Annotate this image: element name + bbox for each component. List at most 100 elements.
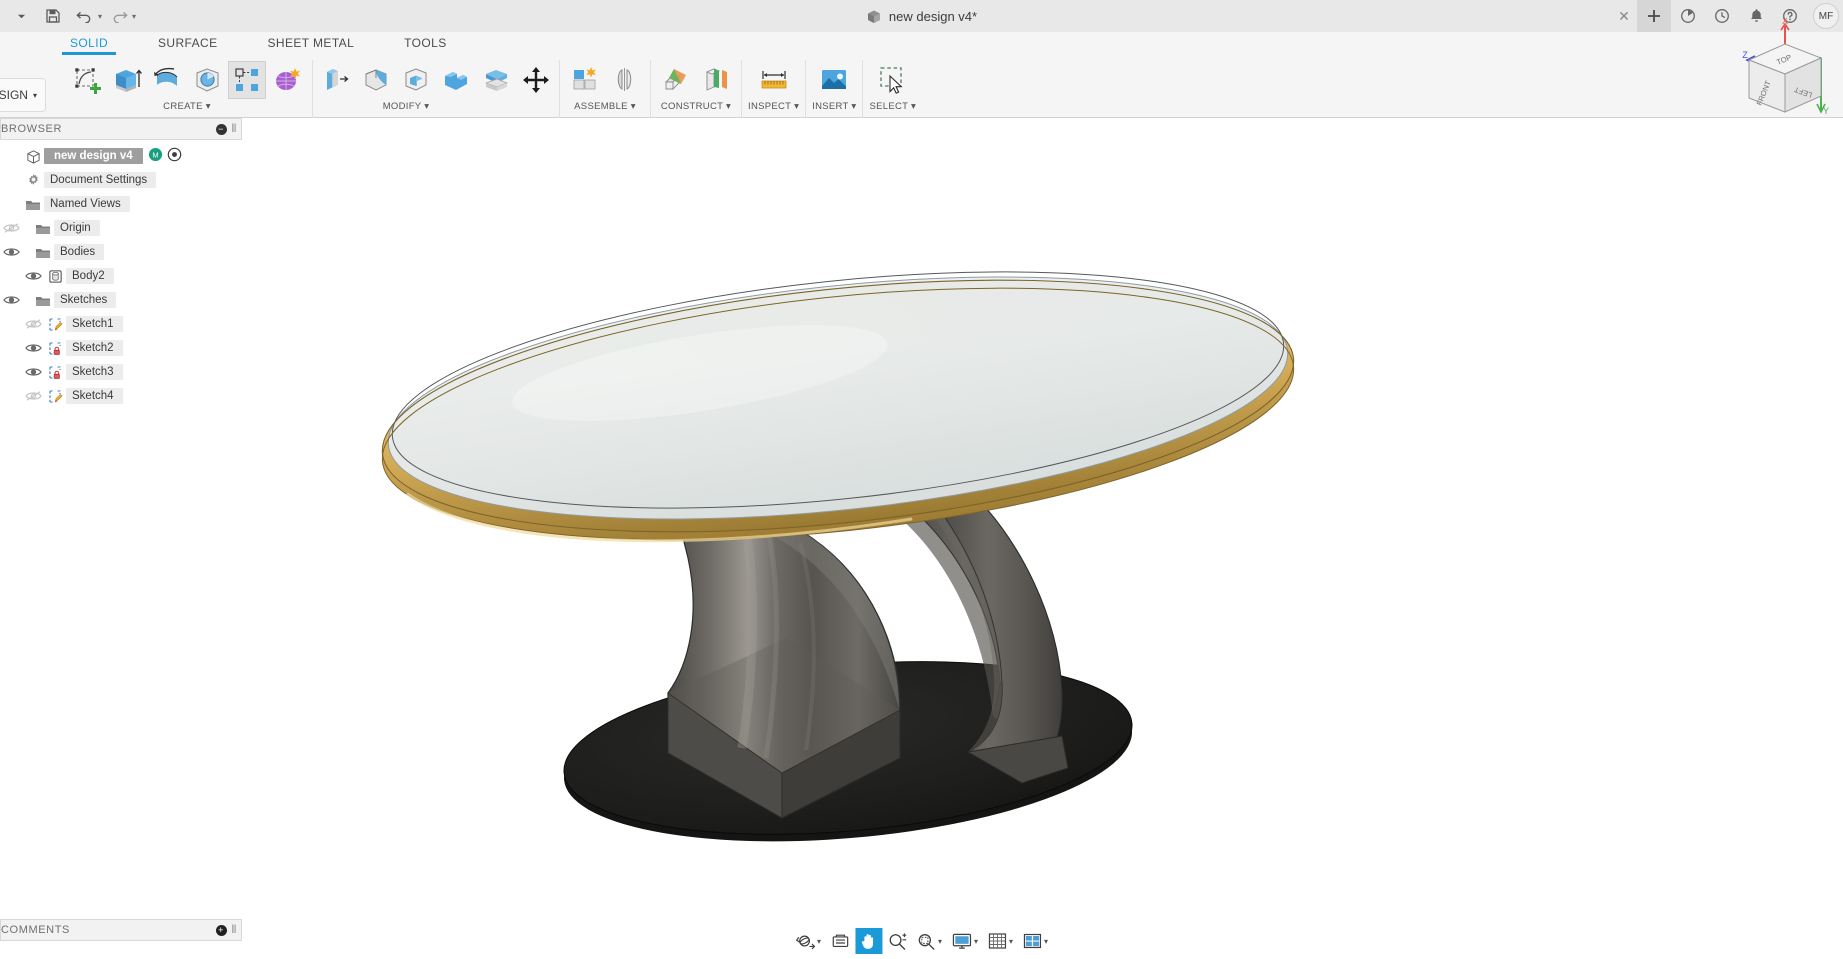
target-dot-badge[interactable] — [167, 147, 182, 165]
tree-label-named-views: Named Views — [44, 196, 130, 212]
chevron-down-icon[interactable]: ▾ — [817, 937, 821, 946]
tab-solid[interactable]: SOLID — [62, 32, 116, 52]
tab-close-icon[interactable]: ✕ — [1611, 0, 1637, 32]
chevron-down-icon[interactable]: ▾ — [938, 937, 942, 946]
tree-item-named-views[interactable]: Named Views — [0, 192, 242, 216]
eye-hidden-icon[interactable] — [0, 222, 22, 234]
navigation-bar: ▾ ▾ — [791, 927, 1052, 955]
tree-item-document-settings[interactable]: Document Settings — [0, 168, 242, 192]
sweep-icon[interactable] — [188, 61, 226, 99]
insert-canvas-image-icon[interactable] — [815, 61, 853, 99]
panel-label-inspect[interactable]: INSPECT ▾ — [748, 101, 799, 112]
app-menu-caret-icon[interactable] — [6, 2, 36, 30]
panel-label-assemble[interactable]: ASSEMBLE ▾ — [574, 101, 636, 112]
tree-item-bodies[interactable]: Bodies — [0, 240, 242, 264]
measure-icon[interactable] — [755, 61, 793, 99]
zoom-window-icon[interactable]: ▾ — [912, 928, 946, 954]
zoom-icon[interactable] — [883, 928, 911, 954]
tree-item-sketches[interactable]: Sketches — [0, 288, 242, 312]
window-selection-icon[interactable] — [874, 61, 912, 99]
eye-visible-icon[interactable] — [22, 366, 44, 378]
panel-insert: INSERT ▾ — [806, 60, 863, 118]
view-cube[interactable]: X Y Z TOP FRONT LEFT — [1725, 18, 1821, 116]
folder-icon — [32, 246, 54, 259]
tab-tools[interactable]: TOOLS — [396, 32, 454, 52]
plane-through-icon[interactable] — [697, 61, 735, 99]
panel-modify: MODIFY ▾ — [313, 60, 560, 118]
eye-visible-icon[interactable] — [0, 246, 22, 258]
shell-icon[interactable] — [397, 61, 435, 99]
tab-sheet-metal[interactable]: SHEET METAL — [260, 32, 363, 52]
combine-icon[interactable] — [437, 61, 475, 99]
panel-resize-grip[interactable]: ⦀ — [232, 123, 237, 136]
orbit-icon[interactable]: ▾ — [791, 928, 825, 954]
chevron-down-icon[interactable]: ▾ — [974, 937, 978, 946]
tree-label-sketch3: Sketch3 — [66, 364, 123, 380]
press-pull-icon[interactable] — [317, 61, 355, 99]
eye-visible-icon[interactable] — [22, 270, 44, 282]
save-icon[interactable] — [38, 2, 68, 30]
tree-item-origin[interactable]: Origin — [0, 216, 242, 240]
split-body-icon[interactable] — [477, 61, 515, 99]
fillet-icon[interactable] — [357, 61, 395, 99]
browser-panel: BROWSER − ⦀ new design v4 — [0, 118, 242, 408]
viewports-layout-icon[interactable]: ▾ — [1018, 928, 1052, 954]
grid-snaps-icon[interactable]: ▾ — [983, 928, 1017, 954]
panel-label-create[interactable]: CREATE ▾ — [163, 101, 211, 112]
browser-header: BROWSER − ⦀ — [0, 118, 242, 140]
eye-visible-icon[interactable] — [0, 294, 22, 306]
joint-icon[interactable] — [606, 61, 644, 99]
tree-item-sketch3[interactable]: Sketch3 — [0, 360, 242, 384]
tree-item-sketch1[interactable]: Sketch1 — [0, 312, 242, 336]
panel-inspect: INSPECT ▾ — [742, 60, 806, 118]
extrude-icon[interactable] — [108, 61, 146, 99]
minus-circle-icon[interactable]: − — [216, 124, 227, 135]
tree-item-root[interactable]: new design v4 M — [0, 144, 242, 168]
document-tab: new design v4* — [0, 0, 1843, 32]
material-m-badge[interactable]: M — [148, 147, 163, 165]
ribbon-tab-strip: SOLID SURFACE SHEET METAL TOOLS — [62, 32, 455, 58]
look-at-icon[interactable] — [826, 928, 854, 954]
tree-item-sketch4[interactable]: Sketch4 — [0, 384, 242, 408]
eye-visible-icon[interactable] — [22, 342, 44, 354]
eye-hidden-icon[interactable] — [22, 390, 44, 402]
browser-title: BROWSER — [0, 123, 62, 135]
chevron-down-icon[interactable]: ▾ — [1044, 937, 1048, 946]
sketch-lock-icon — [44, 341, 66, 356]
svg-text:M: M — [152, 151, 158, 160]
panel-label-insert[interactable]: INSERT ▾ — [812, 101, 856, 112]
plus-circle-icon[interactable]: + — [216, 925, 227, 936]
undo-caret-icon[interactable]: ▾ — [98, 12, 102, 21]
move-copy-icon[interactable] — [517, 61, 555, 99]
revolve-icon[interactable] — [148, 61, 186, 99]
offset-plane-icon[interactable] — [657, 61, 695, 99]
redo-icon[interactable] — [104, 2, 134, 30]
quick-access-toolbar: ▾ ▾ — [0, 0, 136, 32]
tree-item-sketch2[interactable]: Sketch2 — [0, 336, 242, 360]
pattern-icon[interactable] — [228, 61, 266, 99]
pan-hand-icon[interactable] — [855, 928, 882, 954]
redo-caret-icon[interactable]: ▾ — [132, 12, 136, 21]
new-tab-plus-icon[interactable] — [1637, 0, 1671, 32]
panel-label-select[interactable]: SELECT ▾ — [869, 101, 916, 112]
tree-item-body2[interactable]: Body2 — [0, 264, 242, 288]
undo-icon[interactable] — [70, 2, 100, 30]
chevron-down-icon[interactable]: ▾ — [1009, 937, 1013, 946]
job-status-icon[interactable] — [1671, 0, 1705, 32]
workspace-dropdown[interactable]: DESIGN ▾ — [0, 78, 46, 112]
pedestal-front — [668, 493, 900, 818]
view-cube-faces: TOP FRONT LEFT — [1749, 44, 1821, 112]
tree-label-sketches: Sketches — [54, 292, 116, 308]
create-sketch-icon[interactable] — [68, 61, 106, 99]
display-settings-icon[interactable]: ▾ — [947, 928, 982, 954]
tab-surface[interactable]: SURFACE — [150, 32, 225, 52]
ribbon-toolbar: DESIGN ▾ SOLID SURFACE SHEET METAL TOOLS — [0, 32, 1843, 118]
panel-label-modify[interactable]: MODIFY ▾ — [383, 101, 430, 112]
panel-label-construct[interactable]: CONSTRUCT ▾ — [661, 101, 731, 112]
viewport-canvas[interactable] — [0, 118, 1843, 941]
comments-resize-grip[interactable]: ⦀ — [232, 924, 237, 937]
form-create-icon[interactable] — [268, 61, 306, 99]
title-bar: ▾ ▾ new design v4* ✕ — [0, 0, 1843, 32]
new-component-icon[interactable] — [566, 61, 604, 99]
eye-hidden-icon[interactable] — [22, 318, 44, 330]
